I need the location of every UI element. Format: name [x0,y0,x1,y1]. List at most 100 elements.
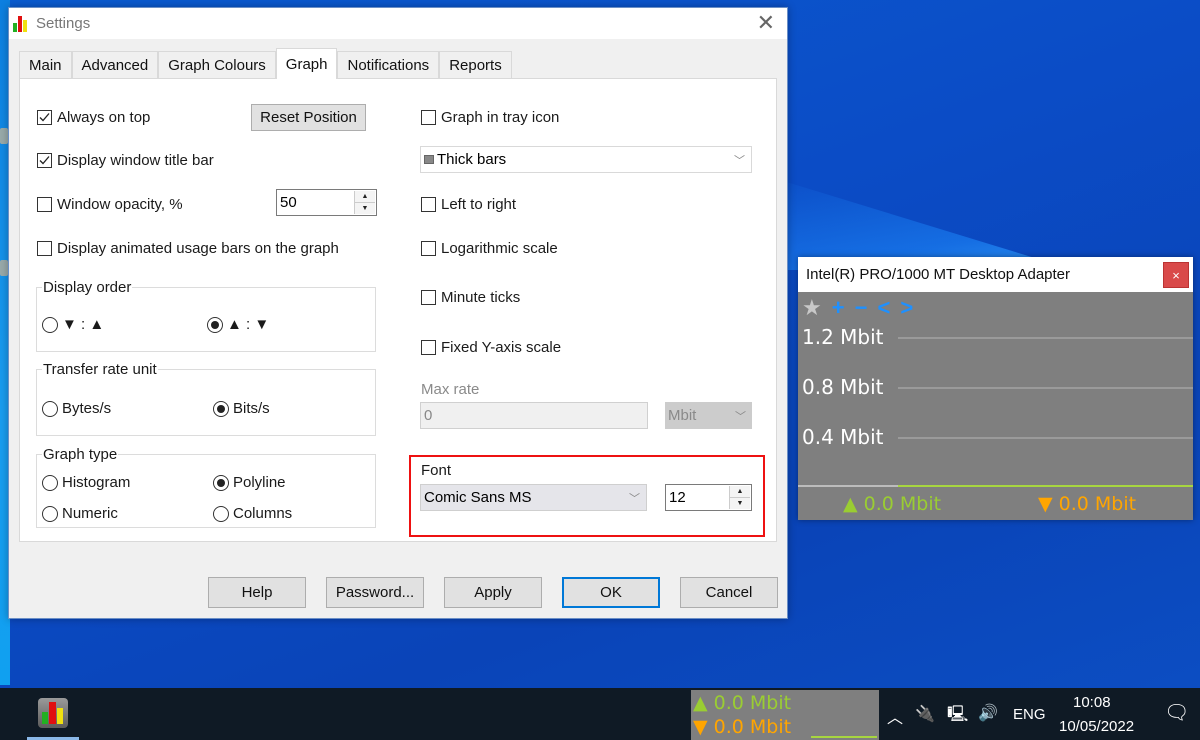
ok-button[interactable]: OK [562,577,660,608]
checkbox-box [421,110,436,125]
desktop-icon[interactable] [0,128,8,144]
widget-toolbar: ★ + − < > [802,295,913,321]
columns-radio[interactable]: Columns [213,505,292,522]
grid-line [898,437,1193,439]
checkbox-box [37,241,52,256]
font-size-stepper[interactable]: 12 ▲ ▼ [665,484,752,511]
app-icon [12,15,30,33]
graph-tab-panel: Always on top Reset Position Display win… [19,78,777,542]
tab-graph-colours[interactable]: Graph Colours [158,51,276,78]
max-rate-unit-select[interactable]: Mbit ﹀ [665,402,752,429]
taskbar-download: ▼ 0.0 Mbit [693,716,792,738]
chevron-right-icon[interactable]: > [900,295,913,321]
histogram-radio[interactable]: Histogram [42,474,130,491]
checkbox-box [37,197,52,212]
title-bar: Settings ✕ [9,8,787,39]
font-family-select[interactable]: Comic Sans MS ﹀ [420,484,647,511]
desktop-icon[interactable] [0,260,8,276]
network-icon[interactable]: 🖳 [947,703,968,730]
tab-bar: Main Advanced Graph Colours Graph Notifi… [19,48,512,79]
clock-time[interactable]: 10:08 [1073,694,1111,711]
minute-ticks-checkbox[interactable]: Minute ticks [421,289,520,306]
tab-advanced[interactable]: Advanced [71,51,159,78]
group-title: Graph type [42,446,119,463]
star-icon[interactable]: ★ [802,295,822,321]
grid-line [898,387,1193,389]
left-to-right-checkbox[interactable]: Left to right [421,196,516,213]
chevron-down-icon: ﹀ [735,410,746,423]
clock-date[interactable]: 10/05/2022 [1059,718,1134,735]
polyline-radio[interactable]: Polyline [213,474,286,491]
grid-line [898,337,1193,339]
download-rate: ▼ 0.0 Mbit [1038,493,1137,515]
scale-label: 0.4 Mbit [802,425,884,449]
tab-notifications[interactable]: Notifications [337,51,440,78]
language-indicator[interactable]: ENG [1013,706,1046,723]
scale-label: 1.2 Mbit [802,325,884,349]
display-order-group: Display order ▼ : ▲ ▲ : ▼ [36,279,376,352]
app-taskbar-button[interactable] [38,698,68,728]
opacity-stepper[interactable]: 50 ▲ ▼ [276,189,377,216]
widget-title: Intel(R) PRO/1000 MT Desktop Adapter [806,266,1071,283]
password-button[interactable]: Password... [326,577,424,608]
battery-plug-icon[interactable]: 🔌 [915,704,935,724]
graph-type-group: Graph type Histogram Polyline Numeric Co… [36,446,376,528]
apply-button[interactable]: Apply [444,577,542,608]
max-rate-input[interactable]: 0 [420,402,648,429]
tab-graph[interactable]: Graph [275,48,338,79]
volume-icon[interactable]: 🔊 [978,703,998,723]
dialog-title: Settings [36,15,91,32]
taskbar-meter[interactable]: ▲ 0.0 Mbit ▼ 0.0 Mbit [691,690,879,740]
scale-label: 0.8 Mbit [802,375,884,399]
graph-in-tray-checkbox[interactable]: Graph in tray icon [421,109,559,126]
numeric-radio[interactable]: Numeric [42,505,118,522]
spin-up-icon[interactable]: ▲ [355,191,375,202]
checkbox-box [37,153,52,168]
plus-icon[interactable]: + [832,295,845,321]
thick-bars-icon [424,155,434,164]
order-up-down-radio[interactable]: ▲ : ▼ [207,316,269,333]
bits-radio[interactable]: Bits/s [213,400,270,417]
taskbar-upload: ▲ 0.0 Mbit [693,692,792,714]
taskbar: ▲ 0.0 Mbit ▼ 0.0 Mbit ︿ 🔌 🖳 🔊 ENG 10:08 … [0,688,1200,740]
notification-icon[interactable]: 🗨 [1164,700,1189,725]
spin-up-icon[interactable]: ▲ [730,486,750,497]
minus-icon[interactable]: − [855,295,868,321]
animated-bars-checkbox[interactable]: Display animated usage bars on the graph [37,240,339,257]
window-opacity-checkbox[interactable]: Window opacity, % [37,196,183,213]
max-rate-label: Max rate [421,381,480,398]
reset-position-button[interactable]: Reset Position [251,104,366,131]
group-title: Display order [42,279,133,296]
spin-down-icon[interactable]: ▼ [730,497,750,509]
logarithmic-scale-checkbox[interactable]: Logarithmic scale [421,240,558,257]
chevron-down-icon: ﹀ [629,492,640,505]
help-button[interactable]: Help [208,577,306,608]
always-on-top-checkbox[interactable]: Always on top [37,109,150,126]
fixed-y-axis-checkbox[interactable]: Fixed Y-axis scale [421,339,561,356]
cancel-button[interactable]: Cancel [680,577,778,608]
desktop-wallpaper-light [780,180,1074,270]
font-label: Font [421,462,452,479]
bytes-radio[interactable]: Bytes/s [42,400,111,417]
order-down-up-radio[interactable]: ▼ : ▲ [42,316,104,333]
settings-dialog: Settings ✕ Main Advanced Graph Colours G… [8,7,788,619]
tab-main[interactable]: Main [19,51,72,78]
close-icon[interactable]: × [1163,262,1189,288]
checkbox-box [421,241,436,256]
checkbox-box [37,110,52,125]
widget-title-bar: Intel(R) PRO/1000 MT Desktop Adapter × [798,257,1193,292]
spin-down-icon[interactable]: ▼ [355,202,375,214]
checkbox-box [421,290,436,305]
tray-style-select[interactable]: Thick bars ﹀ [420,146,752,173]
chevron-left-icon[interactable]: < [877,295,890,321]
close-icon[interactable]: ✕ [757,12,775,34]
upload-polyline [898,485,1193,487]
chevron-up-icon[interactable]: ︿ [887,704,903,728]
checkbox-box [421,340,436,355]
chevron-down-icon: ﹀ [734,154,745,167]
tab-reports[interactable]: Reports [439,51,512,78]
transfer-rate-unit-group: Transfer rate unit Bytes/s Bits/s [36,361,376,436]
upload-rate: ▲ 0.0 Mbit [843,493,942,515]
display-title-bar-checkbox[interactable]: Display window title bar [37,152,214,169]
checkbox-box [421,197,436,212]
